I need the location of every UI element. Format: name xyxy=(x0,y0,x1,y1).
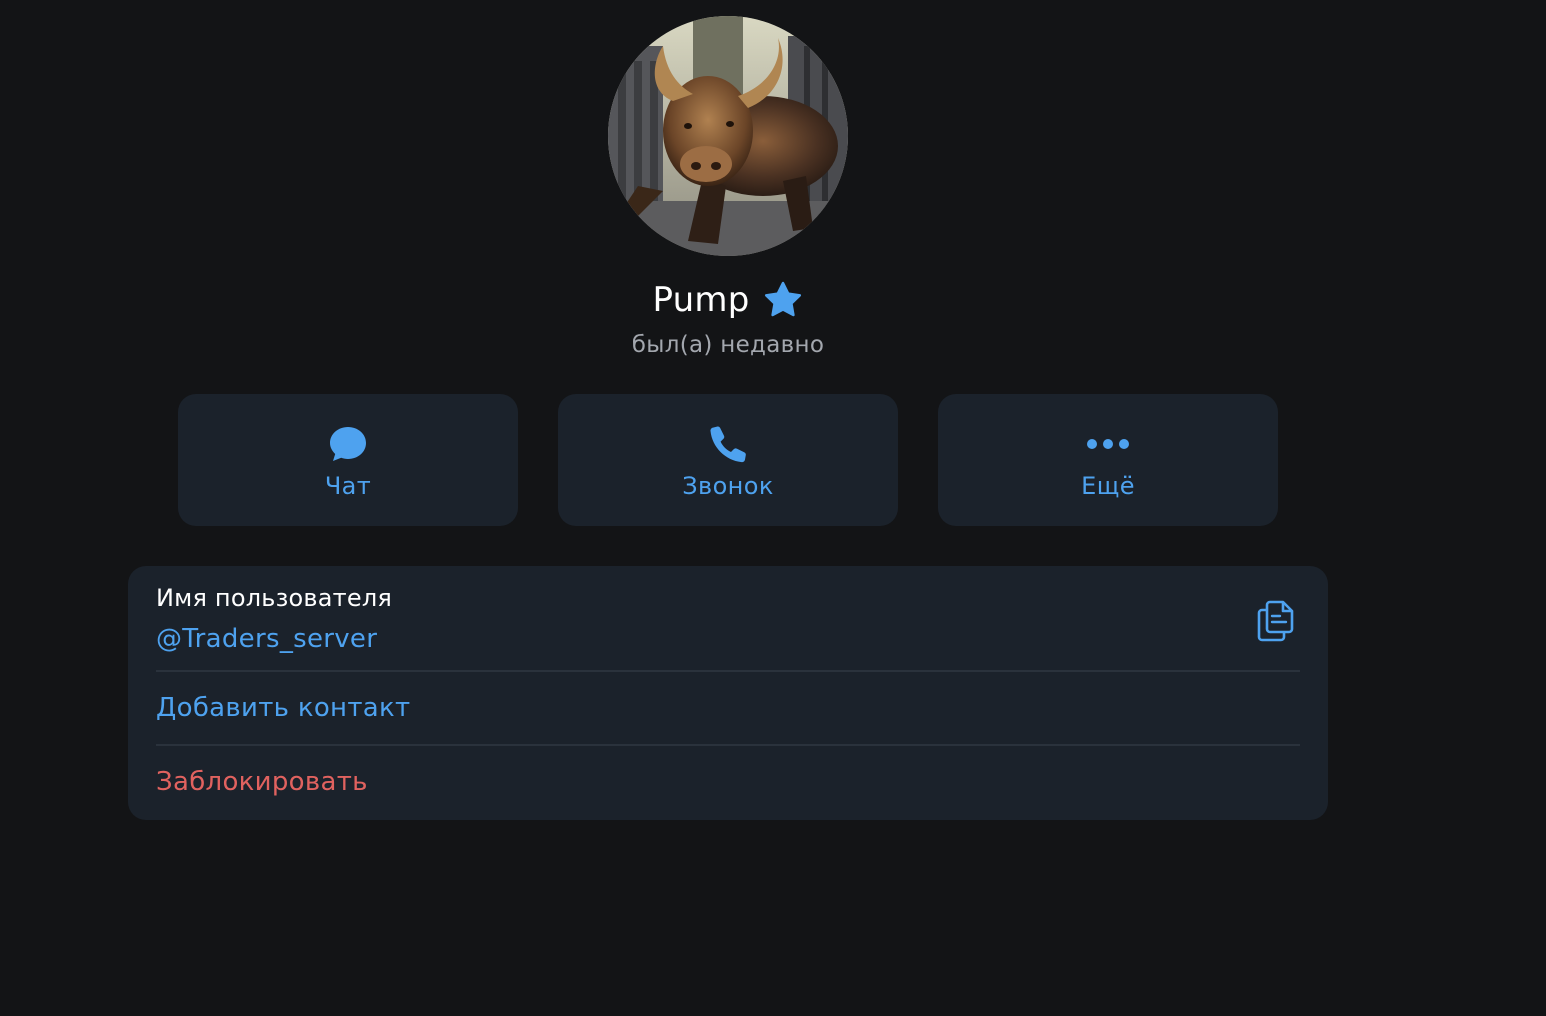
add-contact-button[interactable]: Добавить контакт xyxy=(156,672,1300,744)
copy-icon[interactable] xyxy=(1256,596,1300,642)
profile-name: Pump xyxy=(652,280,750,320)
block-user-button[interactable]: Заблокировать xyxy=(156,746,1300,818)
info-card: Имя пользователя @Traders_server Добавит… xyxy=(128,566,1328,820)
chat-button-label: Чат xyxy=(324,472,372,500)
chat-bubble-icon xyxy=(326,422,370,466)
more-button[interactable]: Ещё xyxy=(938,394,1278,526)
call-button-label: Звонок xyxy=(682,472,774,500)
chat-button[interactable]: Чат xyxy=(178,394,518,526)
more-dots-icon xyxy=(1086,422,1130,466)
premium-star-icon[interactable] xyxy=(763,280,803,320)
more-button-label: Ещё xyxy=(1081,472,1135,500)
profile-page: Pump был(а) недавно Чат Звонок Ещё Имя п… xyxy=(0,0,1546,1016)
call-button[interactable]: Звонок xyxy=(558,394,898,526)
bull-statue-photo xyxy=(608,16,848,256)
avatar[interactable] xyxy=(608,16,848,256)
last-seen-status: был(а) недавно xyxy=(631,332,825,358)
action-buttons: Чат Звонок Ещё xyxy=(178,394,1278,526)
username-label: Имя пользователя xyxy=(156,584,393,612)
username-row[interactable]: Имя пользователя @Traders_server xyxy=(156,566,1300,670)
profile-name-row: Pump xyxy=(0,272,1456,328)
phone-icon xyxy=(706,422,750,466)
username-value[interactable]: @Traders_server xyxy=(156,624,377,654)
